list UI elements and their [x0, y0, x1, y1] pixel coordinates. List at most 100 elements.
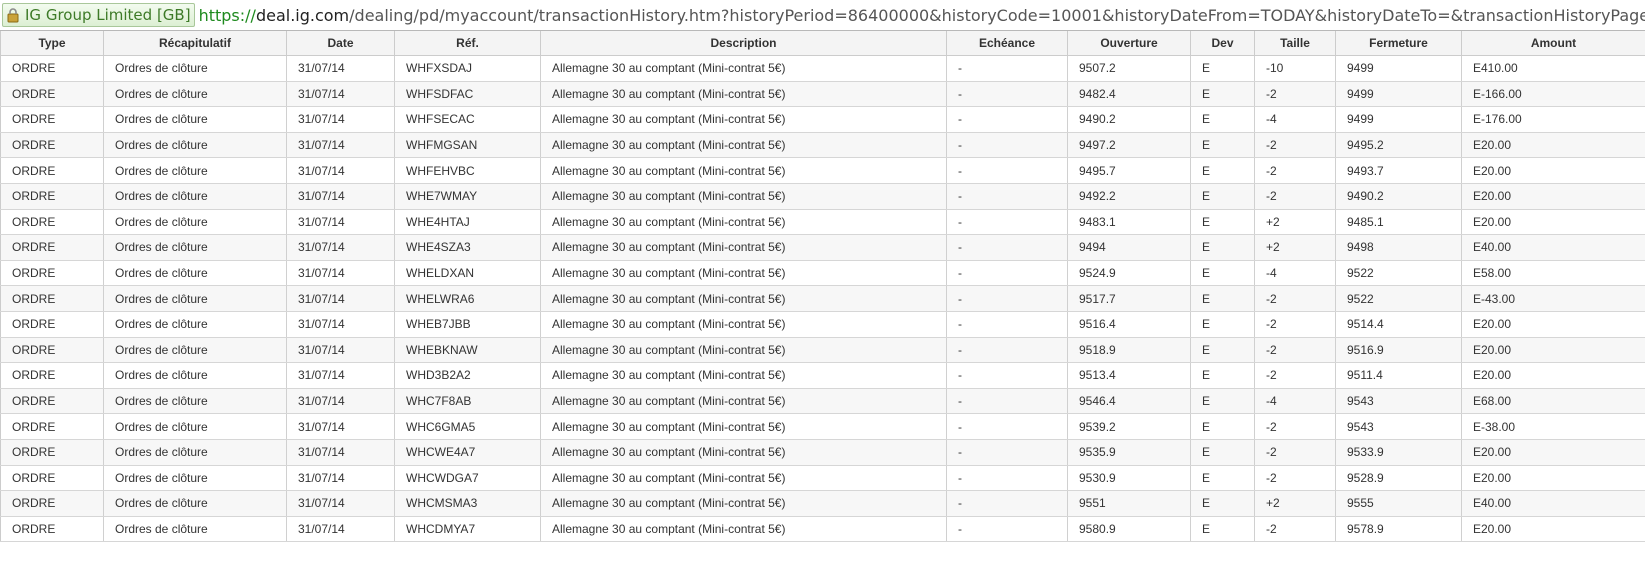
cell-taille: -2: [1254, 183, 1336, 210]
cell-ref: WHELDXAN: [394, 260, 541, 287]
cell-ref: WHELWRA6: [394, 285, 541, 312]
cell-type: ORDRE: [0, 234, 104, 261]
table-row[interactable]: ORDRE Ordres de clôture 31/07/14 WHELWRA6 Al…: [0, 285, 1645, 312]
cell-taille: +2: [1254, 234, 1336, 261]
cell-recapitulatif: Ordres de clôture: [103, 106, 287, 133]
cell-amount: E20.00: [1461, 337, 1645, 364]
table-row[interactable]: ORDRE Ordres de clôture 31/07/14 WHCWE4A7 Al…: [0, 439, 1645, 466]
cell-description: Allemagne 30 au comptant (Mini-contrat 5…: [540, 465, 947, 492]
cell-description: Allemagne 30 au comptant (Mini-contrat 5…: [540, 183, 947, 210]
cell-type: ORDRE: [0, 157, 104, 184]
cell-echeance: -: [946, 388, 1068, 415]
cell-recapitulatif: Ordres de clôture: [103, 157, 287, 184]
cell-description: Allemagne 30 au comptant (Mini-contrat 5…: [540, 311, 947, 338]
header-ref[interactable]: Réf.: [394, 31, 541, 56]
table-row[interactable]: ORDRE Ordres de clôture 31/07/14 WHELDXAN Al…: [0, 260, 1645, 287]
cell-dev: E: [1190, 106, 1255, 133]
table-row[interactable]: ORDRE Ordres de clôture 31/07/14 WHFSECAC Al…: [0, 106, 1645, 133]
cell-fermeture: 9499: [1335, 55, 1462, 82]
cell-echeance: -: [946, 311, 1068, 338]
table-row[interactable]: ORDRE Ordres de clôture 31/07/14 WHCMSMA3 Al…: [0, 490, 1645, 517]
site-identity-badge[interactable]: IG Group Limited [GB]: [2, 3, 195, 27]
cell-ref: WHE7WMAY: [394, 183, 541, 210]
cell-type: ORDRE: [0, 132, 104, 159]
cell-amount: E20.00: [1461, 362, 1645, 389]
cell-recapitulatif: Ordres de clôture: [103, 285, 287, 312]
table-row[interactable]: ORDRE Ordres de clôture 31/07/14 WHE4HTAJ Al…: [0, 209, 1645, 236]
header-echeance[interactable]: Echéance: [946, 31, 1068, 56]
table-row[interactable]: ORDRE Ordres de clôture 31/07/14 WHE7WMAY Al…: [0, 183, 1645, 210]
table-row[interactable]: ORDRE Ordres de clôture 31/07/14 WHFEHVBC Al…: [0, 157, 1645, 184]
table-row[interactable]: ORDRE Ordres de clôture 31/07/14 WHFMGSAN Al…: [0, 132, 1645, 159]
cell-ouverture: 9516.4: [1067, 311, 1191, 338]
cell-fermeture: 9533.9: [1335, 439, 1462, 466]
cell-taille: -4: [1254, 260, 1336, 287]
cell-dev: E: [1190, 81, 1255, 108]
cell-dev: E: [1190, 465, 1255, 492]
header-amount[interactable]: Amount: [1461, 31, 1645, 56]
table-row[interactable]: ORDRE Ordres de clôture 31/07/14 WHCDMYA7 Al…: [0, 516, 1645, 543]
table-row[interactable]: ORDRE Ordres de clôture 31/07/14 WHC6GMA5 Al…: [0, 413, 1645, 440]
url-text[interactable]: https://deal.ig.com/dealing/pd/myaccount…: [199, 6, 1645, 25]
cell-ouverture: 9546.4: [1067, 388, 1191, 415]
header-taille[interactable]: Taille: [1254, 31, 1336, 56]
cell-ouverture: 9518.9: [1067, 337, 1191, 364]
cell-echeance: -: [946, 234, 1068, 261]
cell-recapitulatif: Ordres de clôture: [103, 55, 287, 82]
cell-taille: +2: [1254, 209, 1336, 236]
cell-ref: WHFEHVBC: [394, 157, 541, 184]
table-row[interactable]: ORDRE Ordres de clôture 31/07/14 WHCWDGA7 Al…: [0, 465, 1645, 492]
cell-ouverture: 9513.4: [1067, 362, 1191, 389]
cell-description: Allemagne 30 au comptant (Mini-contrat 5…: [540, 413, 947, 440]
table-row[interactable]: ORDRE Ordres de clôture 31/07/14 WHC7F8AB Al…: [0, 388, 1645, 415]
cell-date: 31/07/14: [286, 183, 395, 210]
cell-date: 31/07/14: [286, 209, 395, 236]
cell-ouverture: 9490.2: [1067, 106, 1191, 133]
cell-dev: E: [1190, 55, 1255, 82]
cell-fermeture: 9522: [1335, 260, 1462, 287]
cell-amount: E20.00: [1461, 183, 1645, 210]
cell-taille: -2: [1254, 465, 1336, 492]
header-dev[interactable]: Dev: [1190, 31, 1255, 56]
cell-ouverture: 9551: [1067, 490, 1191, 517]
cell-fermeture: 9493.7: [1335, 157, 1462, 184]
cell-echeance: -: [946, 516, 1068, 543]
cell-amount: E20.00: [1461, 439, 1645, 466]
cell-fermeture: 9578.9: [1335, 516, 1462, 543]
cell-ouverture: 9535.9: [1067, 439, 1191, 466]
cell-taille: -2: [1254, 132, 1336, 159]
cell-echeance: -: [946, 260, 1068, 287]
header-type[interactable]: Type: [0, 31, 104, 56]
table-row[interactable]: ORDRE Ordres de clôture 31/07/14 WHFXSDAJ Al…: [0, 55, 1645, 82]
cell-echeance: -: [946, 157, 1068, 184]
cell-dev: E: [1190, 132, 1255, 159]
header-description[interactable]: Description: [540, 31, 947, 56]
table-row[interactable]: ORDRE Ordres de clôture 31/07/14 WHD3B2A2 Al…: [0, 362, 1645, 389]
cell-type: ORDRE: [0, 516, 104, 543]
cell-ouverture: 9580.9: [1067, 516, 1191, 543]
cell-dev: E: [1190, 183, 1255, 210]
header-date[interactable]: Date: [286, 31, 395, 56]
header-fermeture[interactable]: Fermeture: [1335, 31, 1462, 56]
cell-amount: E-43.00: [1461, 285, 1645, 312]
cell-amount: E20.00: [1461, 311, 1645, 338]
cell-ouverture: 9517.7: [1067, 285, 1191, 312]
table-row[interactable]: ORDRE Ordres de clôture 31/07/14 WHE4SZA3 Al…: [0, 234, 1645, 261]
cell-recapitulatif: Ordres de clôture: [103, 132, 287, 159]
cell-fermeture: 9485.1: [1335, 209, 1462, 236]
table-row[interactable]: ORDRE Ordres de clôture 31/07/14 WHEBKNAW Al…: [0, 337, 1645, 364]
header-recapitulatif[interactable]: Récapitulatif: [103, 31, 287, 56]
table-row[interactable]: ORDRE Ordres de clôture 31/07/14 WHFSDFAC Al…: [0, 81, 1645, 108]
cell-recapitulatif: Ordres de clôture: [103, 311, 287, 338]
cell-date: 31/07/14: [286, 285, 395, 312]
cell-description: Allemagne 30 au comptant (Mini-contrat 5…: [540, 285, 947, 312]
cell-type: ORDRE: [0, 260, 104, 287]
cell-echeance: -: [946, 106, 1068, 133]
table-row[interactable]: ORDRE Ordres de clôture 31/07/14 WHEB7JBB Al…: [0, 311, 1645, 338]
cell-dev: E: [1190, 439, 1255, 466]
cell-date: 31/07/14: [286, 516, 395, 543]
cell-date: 31/07/14: [286, 311, 395, 338]
header-ouverture[interactable]: Ouverture: [1067, 31, 1191, 56]
cell-dev: E: [1190, 516, 1255, 543]
address-bar[interactable]: IG Group Limited [GB] https://deal.ig.co…: [0, 0, 1645, 31]
